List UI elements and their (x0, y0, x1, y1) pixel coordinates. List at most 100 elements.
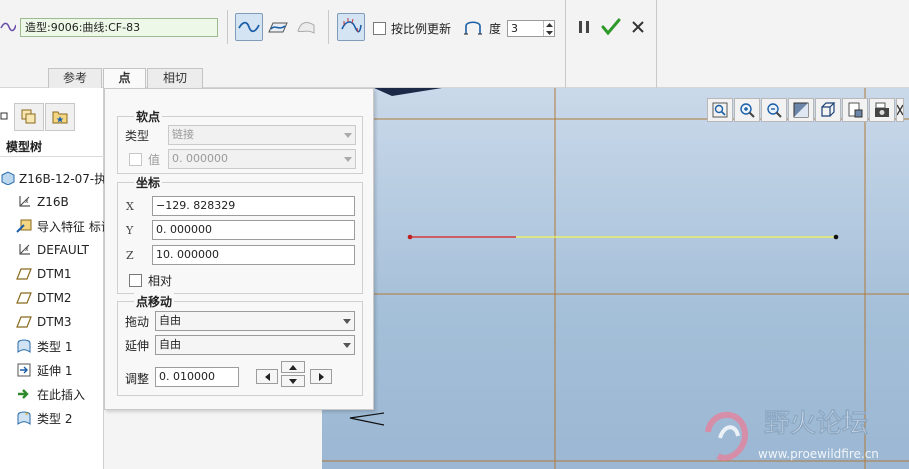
cos-curve-button[interactable] (292, 13, 320, 41)
degree-icon (464, 21, 482, 35)
tree-item-style-1[interactable]: 类型 1 (0, 335, 104, 357)
divider (328, 10, 329, 44)
view-orientation-marker (349, 412, 385, 426)
drag-mode-select[interactable]: 自由 (155, 311, 355, 331)
cos-curve-icon (297, 22, 315, 34)
arrow-right-icon (318, 372, 324, 381)
datum-plane-icon (16, 290, 32, 306)
saved-views-button[interactable] (842, 98, 868, 122)
tree-item-insert-here[interactable]: 在此插入 (0, 383, 104, 405)
adjust-step-field[interactable]: 0. 010000 (155, 367, 239, 387)
degree-spinbox[interactable]: 3 (507, 20, 555, 37)
zoom-in-button[interactable] (734, 98, 760, 122)
arrow-down-icon (289, 378, 297, 384)
tree-item-style-2[interactable]: * 类型 2 (0, 407, 104, 429)
accept-button[interactable] (597, 13, 625, 41)
tree-item-dtm3[interactable]: DTM3 (0, 311, 104, 333)
degree-label: 度 (489, 22, 502, 36)
camera-icon (875, 102, 889, 117)
z-coordinate-field[interactable]: 10. 000000 (152, 245, 355, 265)
coordinate-system-icon: x (16, 242, 32, 258)
y-coordinate-field[interactable]: 0. 000000 (152, 220, 355, 240)
tree-item-import-feature[interactable]: 导入特征 标识 (0, 215, 104, 237)
zoom-out-icon (767, 103, 782, 118)
soft-point-group: 软点 类型 链接 值 0. 000000 (117, 108, 363, 174)
nudge-up-button[interactable] (281, 361, 305, 373)
relative-checkbox[interactable] (129, 274, 142, 287)
point-panel: 软点 类型 链接 值 0. 000000 坐标 X −129. 828329 Y… (104, 88, 374, 410)
render-button[interactable] (869, 98, 895, 122)
value-checkbox[interactable] (129, 153, 142, 166)
svg-text:x: x (25, 246, 29, 253)
watermark-logo: 野火论坛 www.proewildfire.cn (705, 409, 879, 461)
type-value: 链接 (172, 128, 194, 141)
insert-here-arrow-icon (16, 386, 32, 402)
extend-mode-select[interactable]: 自由 (155, 335, 355, 355)
tab-references[interactable]: 参考 (48, 68, 102, 88)
zoom-out-button[interactable] (761, 98, 787, 122)
tree-item-default[interactable]: x DEFAULT (0, 239, 104, 261)
more-views-button[interactable] (896, 98, 904, 122)
tree-item-dtm2[interactable]: DTM2 (0, 287, 104, 309)
style-feature-icon: * (16, 410, 32, 426)
zoom-in-icon (740, 103, 755, 118)
nudge-down-button[interactable] (281, 375, 305, 387)
display-style-button[interactable] (815, 98, 841, 122)
tree-item-root-part[interactable]: Z16B-12-07-执不 (0, 167, 104, 189)
soft-point-title: 软点 (134, 108, 163, 125)
cube-icon (821, 102, 836, 117)
chevron-down-icon (340, 336, 354, 354)
type-label: 类型 (125, 129, 150, 143)
drag-label: 拖动 (125, 315, 150, 329)
tree-item-dtm1[interactable]: DTM1 (0, 263, 104, 285)
y-label: Y (126, 224, 134, 237)
tab-point[interactable]: 点 (103, 68, 146, 89)
model-edge (374, 88, 442, 96)
x-coordinate-field[interactable]: −129. 828329 (152, 196, 355, 216)
z-label: Z (126, 249, 134, 262)
tree-settings-icon[interactable] (0, 112, 8, 120)
spin-down-icon[interactable] (543, 29, 554, 36)
favorites-button[interactable] (45, 103, 75, 131)
saved-views-icon (848, 102, 863, 118)
pause-button[interactable] (570, 13, 598, 41)
tree-item-z16b[interactable]: x Z16B (0, 191, 104, 213)
degree-value: 3 (511, 22, 518, 35)
repaint-icon (793, 102, 809, 118)
close-icon (632, 21, 644, 33)
value-field[interactable]: 0. 000000 (168, 149, 356, 169)
scale-update-checkbox[interactable] (373, 22, 386, 35)
import-feature-icon (16, 218, 32, 234)
chevron-down-icon (340, 312, 354, 330)
divider (656, 0, 657, 88)
nudge-left-button[interactable] (256, 369, 278, 384)
datum-plane-icon (16, 314, 32, 330)
tree-view-button[interactable] (14, 103, 44, 131)
tree-item-extend-1[interactable]: 延伸 1 (0, 359, 104, 381)
part-icon (0, 170, 16, 186)
curve-end-point[interactable] (833, 234, 839, 240)
curve-start-point[interactable] (407, 234, 413, 240)
tab-tangent[interactable]: 相切 (147, 68, 203, 88)
extend-icon (16, 362, 32, 378)
refit-button[interactable] (707, 98, 733, 122)
tree-toolbar (0, 88, 104, 132)
nudge-right-button[interactable] (310, 369, 332, 384)
curve-type-icon (0, 22, 16, 32)
coordinates-group: 坐标 X −129. 828329 Y 0. 000000 Z 10. 0000… (117, 174, 363, 294)
planar-curve-button[interactable] (264, 13, 292, 41)
curvature-button[interactable] (337, 13, 365, 41)
spin-up-icon[interactable] (543, 21, 554, 28)
feature-name-field[interactable]: 造型:9006:曲线:CF-83 (20, 18, 218, 37)
adjust-label: 调整 (125, 372, 150, 386)
type-select[interactable]: 链接 (168, 125, 356, 145)
divider (565, 0, 566, 88)
repaint-button[interactable] (788, 98, 814, 122)
x-label: X (126, 200, 134, 213)
view-toolbar (707, 98, 909, 124)
free-curve-button[interactable] (235, 13, 263, 41)
model-tree-title: 模型树 (6, 140, 43, 154)
extend-mode-value: 自由 (159, 338, 181, 351)
coordinates-title: 坐标 (134, 174, 163, 191)
cancel-button[interactable] (624, 13, 652, 41)
